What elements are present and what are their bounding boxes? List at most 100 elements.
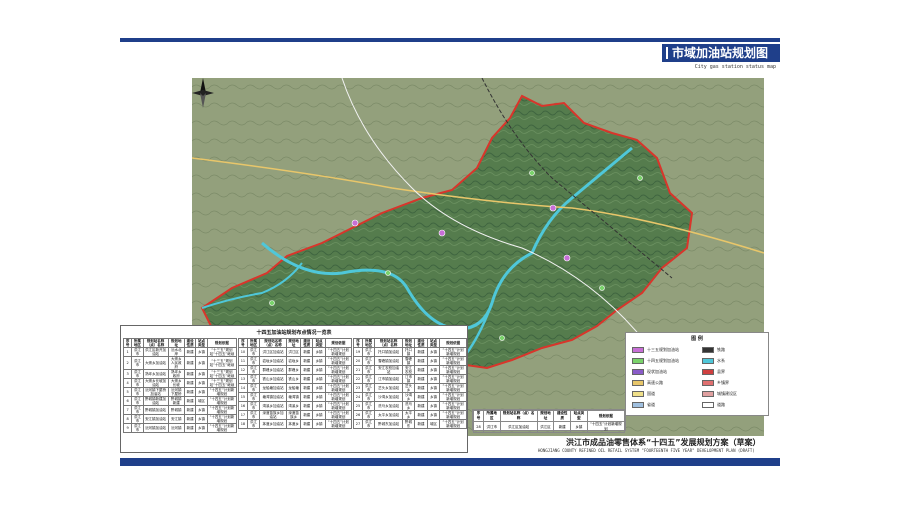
table-cell: 新建: [183, 405, 197, 415]
td: 乡镇: [570, 421, 588, 433]
table-cell: 8: [122, 414, 133, 424]
table-cell: 岔头乡加油站: [374, 383, 403, 393]
table-row: 17 洪江市 深渡苗族乡加油站 深渡苗族乡 新建 乡镇 “十四五”计划新增规划: [238, 410, 353, 420]
table-cell: 洪江市: [131, 405, 144, 415]
legend-swatch: [632, 347, 644, 353]
table-cell: 洪江市: [131, 396, 144, 406]
table-cell: 18: [238, 419, 248, 429]
table-cell: 安江农校加油站: [374, 365, 403, 375]
page-subtitle: City gas station status map: [694, 64, 776, 70]
table-cell: 洪江市: [246, 374, 261, 384]
th: 序号: [238, 338, 248, 348]
table-cell: 沅水北岸: [167, 347, 185, 357]
table-cell: 乡镇: [312, 410, 326, 420]
legend-swatch: [702, 358, 714, 364]
table-cell: 乡镇: [312, 401, 326, 411]
table-cell: 洪江市: [131, 347, 144, 357]
table-cell: 洪江市: [361, 365, 376, 375]
table-cell: “十三五”规划站“十四五”继续: [206, 378, 238, 388]
table-cell: 15: [238, 392, 248, 402]
table-row: 11 洪江市 岩垅乡加油站 岩垅乡 新建 乡镇 “十四五”计划新增规划: [238, 356, 353, 366]
table-cell: 洪江市: [131, 369, 144, 379]
table-cell: 铁山乡: [286, 374, 302, 384]
legend-swatch: [632, 391, 644, 397]
table-cell: 大崇乡加油站: [142, 356, 169, 370]
legend-label: 现状加油站: [647, 369, 667, 374]
table-cell: “十三五”规划站“十四五”继续: [206, 369, 238, 379]
th: 序号: [353, 338, 363, 348]
table-cell: 茅渡乡: [286, 419, 302, 429]
table-cell: 洪江市: [361, 410, 376, 420]
legend-item: 高速公路: [632, 380, 663, 386]
legend-swatch: [702, 380, 714, 386]
table-cell: 黔城镇新建加油站: [142, 396, 169, 406]
station-marker[interactable]: [438, 229, 446, 237]
th: 建设性质: [414, 338, 428, 348]
table-row: 6 洪江市 黔城镇新建加油站 黔城镇新建 新建 城区 “十四五”计划新增规划: [122, 396, 238, 406]
table-row: 10 洪江市 洪江区加油站 洪江区 新建 乡镇 “十四五”计划新增规划: [238, 347, 353, 357]
th: 规划依据: [439, 338, 467, 348]
station-marker[interactable]: [637, 175, 643, 181]
table-cell: 洪江市: [361, 419, 376, 429]
table-cell: 新建: [300, 374, 314, 384]
table-cell: 9: [122, 423, 133, 433]
table-cell: 2: [122, 356, 133, 370]
th: 规划地址: [536, 410, 555, 422]
legend-item: 国道: [632, 391, 655, 397]
station-marker[interactable]: [499, 335, 505, 341]
legend-label: 城镇建设区: [717, 391, 737, 396]
table-cell: “十四五”计划新增规划: [439, 374, 467, 384]
table-cell: 黔城镇: [167, 405, 185, 415]
table-cell: 新建: [414, 347, 428, 357]
th: 站点类型: [426, 338, 441, 348]
station-marker[interactable]: [529, 170, 535, 176]
station-marker[interactable]: [563, 254, 571, 262]
table-cell: 新建: [183, 378, 197, 388]
td: “十四五”计划新增规划: [586, 421, 626, 433]
station-marker[interactable]: [549, 204, 557, 212]
legend-swatch: [632, 380, 644, 386]
table-cell: 岩垅乡加油站: [259, 356, 288, 366]
table-cell: 乡镇: [195, 347, 208, 357]
table-cell: 12: [238, 365, 248, 375]
table-cell: 乡镇: [195, 414, 208, 424]
bottom-accent-bar: [120, 458, 780, 466]
legend-swatch: [702, 402, 714, 408]
table-cell: 新建: [414, 383, 428, 393]
station-marker[interactable]: [599, 285, 605, 291]
table-column-2: 序号 所属地区 规划站名称（点）名称 规划地址 建设性质 站点类型 规划依据 1…: [238, 338, 353, 429]
table-cell: 洪江市: [131, 423, 144, 433]
table-cell: 城区: [195, 396, 208, 406]
table-cell: “十四五”计划新增规划: [324, 392, 353, 402]
table-cell: 23: [353, 383, 363, 393]
table-cell: 托口镇: [401, 347, 416, 357]
station-marker[interactable]: [351, 219, 359, 227]
station-marker[interactable]: [269, 300, 275, 306]
table-cell: 洪江区新开加油站: [142, 347, 169, 357]
station-marker[interactable]: [385, 270, 391, 276]
table-cell: 洪江市: [131, 387, 144, 397]
table-cell: 龙船塘: [286, 383, 302, 393]
table-cell: 安江镇: [167, 414, 185, 424]
planning-table: 十四五加油站规划布点情况一览表 序号 所属地区 规划站名称（点）名称 规划地址 …: [120, 325, 468, 453]
th: 站点类型: [195, 338, 208, 348]
table-cell: 大崇乡长坡加油站: [142, 378, 169, 388]
table-cell: 乡镇: [195, 378, 208, 388]
table-row: 25 洪江市 洗马乡加油站 洗马乡 新建 乡镇 “十四五”计划新增规划: [353, 401, 467, 411]
td: 新建: [553, 421, 572, 433]
table-row: 20 洪江市 雪峰镇加油站 雪峰镇 新建 乡镇 “十四五”计划新增规划: [353, 356, 467, 366]
table-cell: “十四五”计划新增规划: [206, 405, 238, 415]
table-cell: 洪江市: [246, 383, 261, 393]
table-cell: “十四五”计划新增规划: [206, 423, 238, 433]
th: 所属地区: [361, 338, 376, 348]
td: 洪江区加油站: [499, 421, 538, 433]
table-cell: 洪江市: [246, 356, 261, 366]
table-cell: 洪江市: [361, 356, 376, 366]
table-cell: 新建: [300, 419, 314, 429]
table-cell: 新建: [414, 356, 428, 366]
legend-item: 铁路: [702, 347, 725, 353]
table-cell: 熟坪乡加油站: [142, 369, 169, 379]
table-row: 16 洪江市 湾溪乡加油站 湾溪乡 新建 乡镇 “十四五”计划新增规划: [238, 401, 353, 411]
table-cell: 铁山乡加油站: [259, 374, 288, 384]
table-cell: 乡镇: [195, 387, 208, 397]
